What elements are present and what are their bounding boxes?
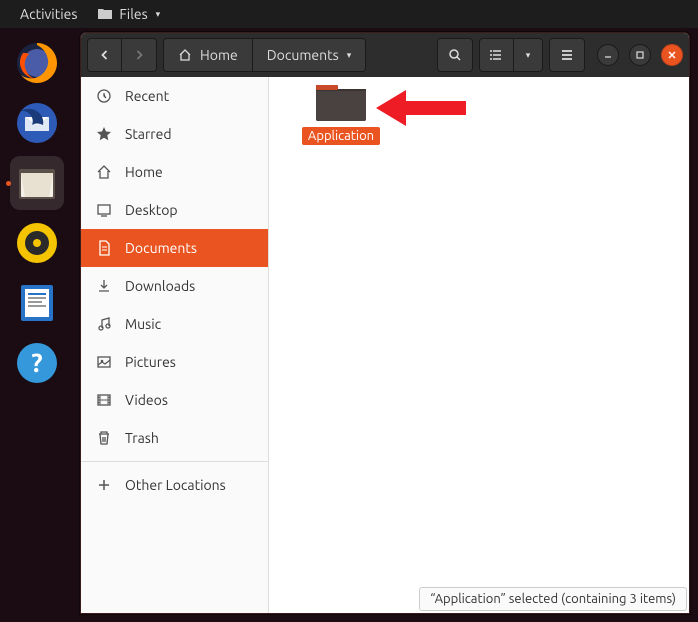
- headerbar: Home Documents ▾ ▾: [81, 33, 689, 77]
- sidebar-item-trash[interactable]: Trash: [81, 419, 268, 457]
- menu-group: [549, 38, 585, 72]
- sidebar-item-videos[interactable]: Videos: [81, 381, 268, 419]
- sidebar-item-desktop[interactable]: Desktop: [81, 191, 268, 229]
- path-home-label: Home: [200, 47, 238, 63]
- dock-writer[interactable]: [10, 276, 64, 330]
- view-dropdown-button[interactable]: ▾: [514, 39, 542, 71]
- path-documents-label: Documents: [267, 47, 339, 63]
- dock-help[interactable]: ?: [10, 336, 64, 390]
- files-window: Home Documents ▾ ▾: [80, 32, 690, 614]
- folder-icon: [314, 79, 368, 123]
- status-bar: “Application” selected (containing 3 ite…: [419, 587, 687, 611]
- sidebar-item-home[interactable]: Home: [81, 153, 268, 191]
- home-icon: [95, 163, 113, 181]
- files-label: Files: [119, 6, 147, 22]
- dock-files[interactable]: [10, 156, 64, 210]
- view-group: ▾: [479, 38, 543, 72]
- search-button[interactable]: [438, 39, 472, 71]
- sidebar-item-label: Videos: [125, 392, 168, 408]
- sidebar-item-label: Recent: [125, 88, 169, 104]
- trash-icon: [95, 429, 113, 447]
- plus-icon: [95, 476, 113, 494]
- sidebar-item-label: Home: [125, 164, 163, 180]
- sidebar-item-label: Desktop: [125, 202, 178, 218]
- sidebar-item-pictures[interactable]: Pictures: [81, 343, 268, 381]
- forward-button[interactable]: [122, 39, 156, 71]
- path-documents[interactable]: Documents ▾: [253, 39, 366, 71]
- sidebar: Recent Starred Home Desktop Documents Do…: [81, 77, 269, 613]
- sidebar-item-label: Trash: [125, 430, 159, 446]
- sidebar-item-label: Starred: [125, 126, 172, 142]
- gnome-topbar: Activities Files ▾: [0, 0, 698, 28]
- star-icon: [95, 125, 113, 143]
- minimize-button[interactable]: [597, 44, 619, 66]
- window-controls: [597, 44, 683, 66]
- desktop-icon: [95, 201, 113, 219]
- download-icon: [95, 277, 113, 295]
- sidebar-item-downloads[interactable]: Downloads: [81, 267, 268, 305]
- clock-icon: [95, 87, 113, 105]
- sidebar-item-label: Music: [125, 316, 161, 332]
- activities-label: Activities: [20, 6, 77, 22]
- back-button[interactable]: [88, 39, 122, 71]
- sidebar-item-label: Pictures: [125, 354, 176, 370]
- search-group: [437, 38, 473, 72]
- dock: ?: [4, 28, 70, 621]
- main-view[interactable]: Application “Application” selected (cont…: [269, 77, 689, 613]
- path-home[interactable]: Home: [164, 39, 253, 71]
- sidebar-item-music[interactable]: Music: [81, 305, 268, 343]
- files-icon: [97, 6, 113, 22]
- music-icon: [95, 315, 113, 333]
- dock-rhythmbox[interactable]: [10, 216, 64, 270]
- activities-button[interactable]: Activities: [10, 6, 87, 22]
- chevron-down-icon: ▾: [526, 50, 531, 61]
- sidebar-item-documents[interactable]: Documents: [81, 229, 268, 267]
- sidebar-item-label: Downloads: [125, 278, 195, 294]
- content-area: Recent Starred Home Desktop Documents Do…: [81, 77, 689, 613]
- nav-group: [87, 38, 157, 72]
- sidebar-item-recent[interactable]: Recent: [81, 77, 268, 115]
- status-text: “Application” selected (containing 3 ite…: [430, 592, 676, 606]
- sidebar-item-other-locations[interactable]: Other Locations: [81, 466, 268, 504]
- hamburger-menu-button[interactable]: [550, 39, 584, 71]
- chevron-down-icon: ▾: [347, 50, 352, 61]
- home-icon: [178, 48, 192, 62]
- chevron-down-icon: ▾: [156, 9, 161, 20]
- folder-label: Application: [302, 127, 380, 145]
- dock-thunderbird[interactable]: [10, 96, 64, 150]
- running-indicator: [6, 181, 11, 186]
- sidebar-item-starred[interactable]: Starred: [81, 115, 268, 153]
- sidebar-separator: [81, 461, 268, 462]
- path-bar: Home Documents ▾: [163, 38, 366, 72]
- folder-application[interactable]: Application: [299, 79, 383, 145]
- close-button[interactable]: [661, 44, 683, 66]
- maximize-button[interactable]: [629, 44, 651, 66]
- sidebar-item-label: Other Locations: [125, 477, 226, 493]
- files-menu[interactable]: Files ▾: [87, 6, 170, 22]
- video-icon: [95, 391, 113, 409]
- list-view-button[interactable]: [480, 39, 514, 71]
- document-icon: [95, 239, 113, 257]
- svg-text:?: ?: [31, 348, 42, 377]
- dock-firefox[interactable]: [10, 36, 64, 90]
- sidebar-item-label: Documents: [125, 240, 197, 256]
- picture-icon: [95, 353, 113, 371]
